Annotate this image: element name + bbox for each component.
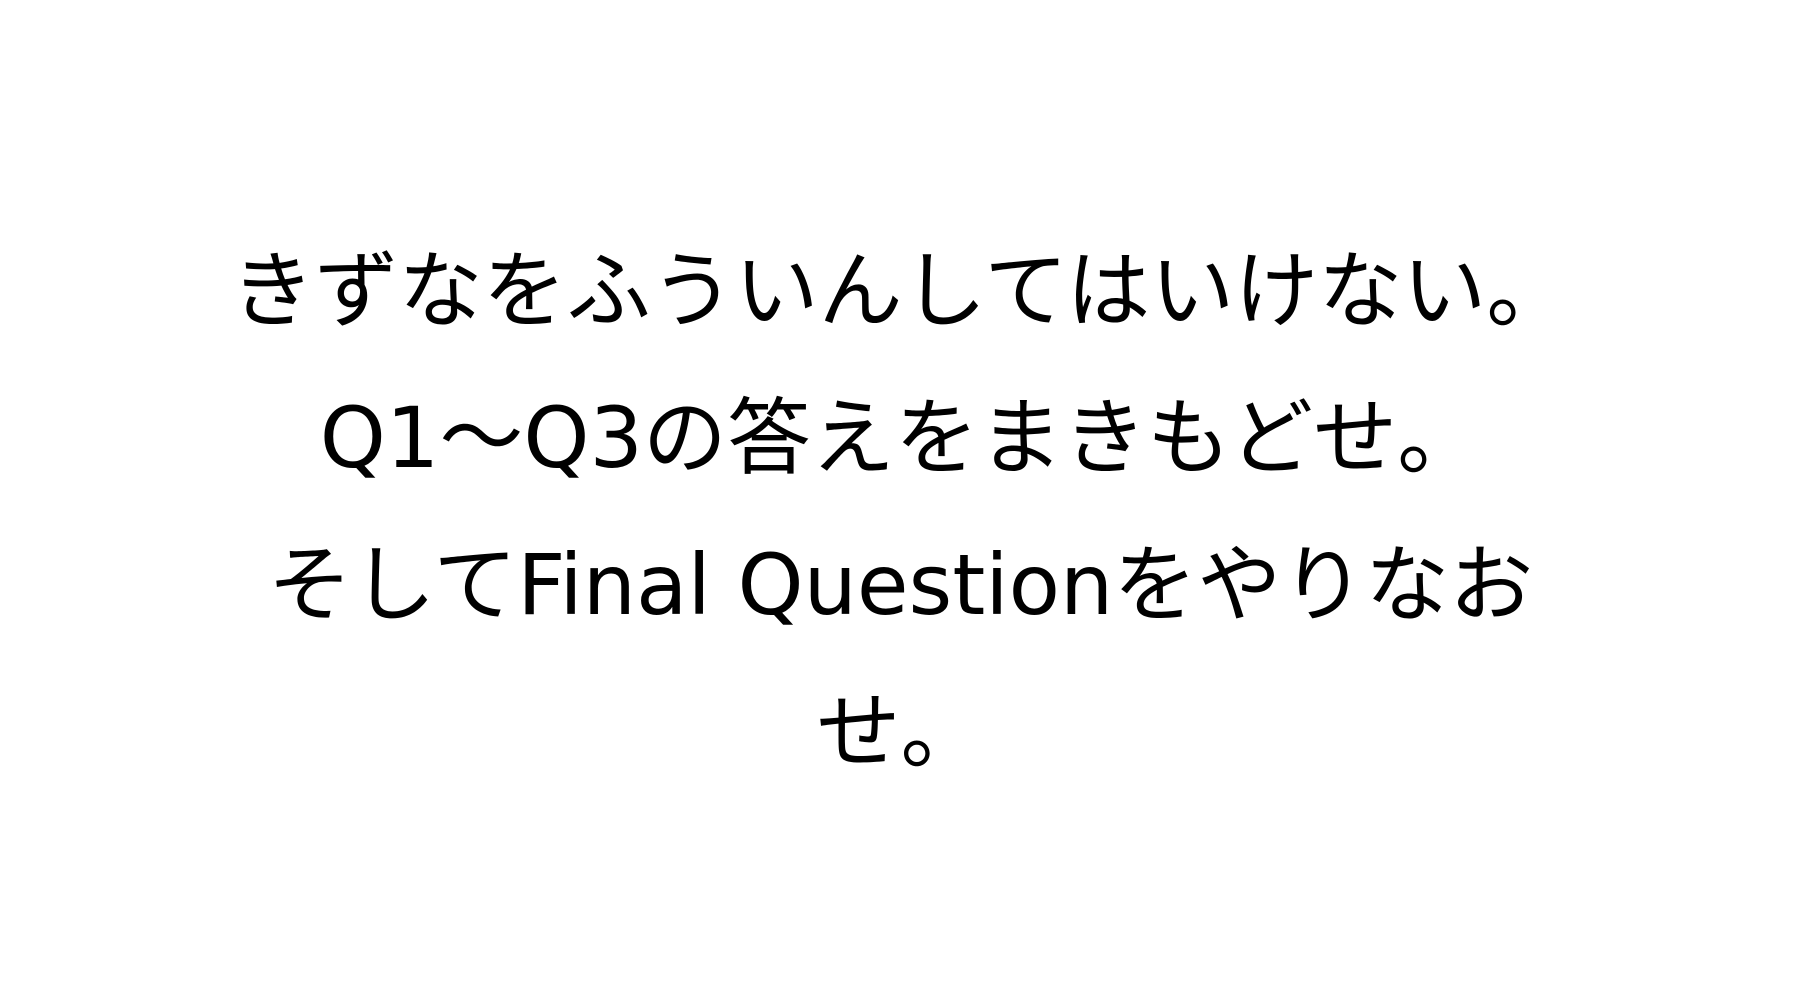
message-line-4: せ。 bbox=[816, 683, 985, 781]
message-line-1: きずなをふういんしてはいけない。 bbox=[230, 242, 1571, 340]
instruction-message: きずなをふういんしてはいけない。 Q1〜Q3の答えをまきもどせ。 そしてFina… bbox=[0, 218, 1801, 806]
message-line-2: Q1〜Q3の答えをまきもどせ。 bbox=[319, 389, 1482, 487]
message-line-3: そしてFinal Questionをやりなお bbox=[267, 536, 1534, 634]
slide: きずなをふういんしてはいけない。 Q1〜Q3の答えをまきもどせ。 そしてFina… bbox=[0, 0, 1801, 1007]
